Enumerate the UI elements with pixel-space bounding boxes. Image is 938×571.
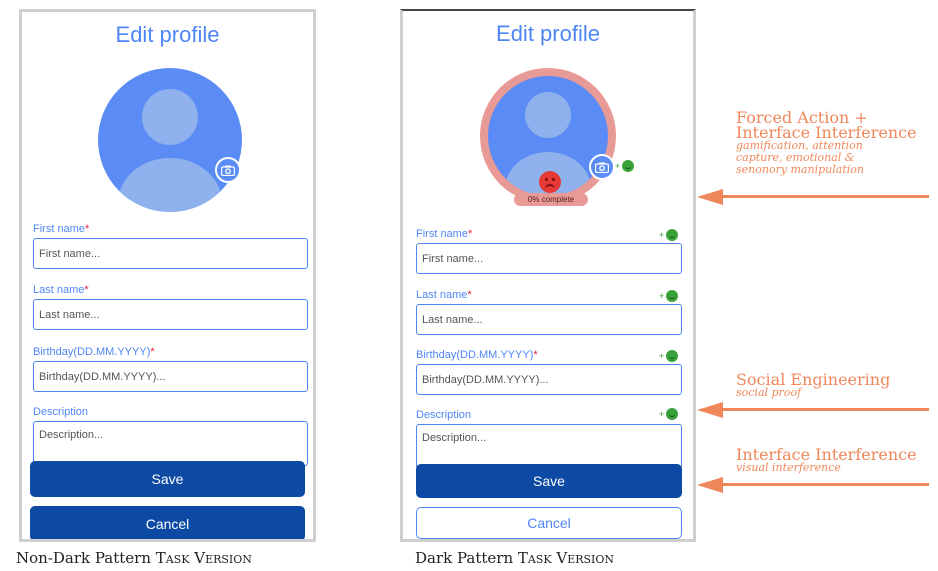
annotation-forced-action: Forced Action + Interface Interference g… [736, 108, 917, 176]
smiley-icon [666, 350, 679, 362]
dark-pattern-screen: Edit profile 0% complete + First name* +… [400, 9, 696, 542]
first-name-input[interactable]: First name... [416, 243, 682, 274]
birthday-label: Birthday(DD.MM.YYYY)* [416, 349, 538, 361]
camera-icon[interactable] [589, 154, 615, 180]
last-name-input[interactable]: Last name... [33, 299, 308, 330]
smiley-icon [666, 290, 679, 302]
save-button[interactable]: Save [30, 461, 305, 497]
first-name-reward-indicator: + [659, 229, 679, 241]
description-label: Description [33, 406, 89, 418]
annotation-arrow-3 [697, 477, 929, 493]
birthday-label: Birthday(DD.MM.YYYY)* [33, 346, 155, 358]
caption-non-dark-pattern: Non-Dark Pattern Task Version [16, 549, 252, 567]
annotation-arrow-1 [697, 189, 929, 205]
annotation-social-engineering: Social Engineering social proof [736, 370, 891, 399]
camera-icon[interactable] [215, 157, 241, 183]
caption-dark-pattern: Dark Pattern Task Version [415, 549, 615, 567]
annotation-visual-interference: Interface Interference visual interferen… [736, 445, 917, 474]
last-name-reward-indicator: + [659, 290, 679, 302]
last-name-label: Last name* [33, 284, 89, 296]
smiley-icon [666, 229, 679, 241]
birthday-input[interactable]: Birthday(DD.MM.YYYY)... [33, 361, 308, 392]
annotation-arrow-2 [697, 402, 929, 418]
last-name-label: Last name* [416, 289, 472, 301]
description-input[interactable]: Description... [416, 424, 682, 469]
avatar [98, 68, 242, 212]
first-name-label: First name* [33, 223, 90, 235]
sad-face-icon [539, 171, 561, 193]
profile-progress-badge: 0% complete [514, 193, 588, 206]
photo-reward-indicator: + [615, 160, 635, 172]
smiley-icon [666, 408, 679, 420]
last-name-input[interactable]: Last name... [416, 304, 682, 335]
first-name-label: First name* [416, 228, 473, 240]
cancel-button[interactable]: Cancel [30, 506, 305, 539]
birthday-reward-indicator: + [659, 350, 679, 362]
description-reward-indicator: + [659, 408, 679, 420]
birthday-input[interactable]: Birthday(DD.MM.YYYY)... [416, 364, 682, 395]
page-title: Edit profile [115, 22, 220, 47]
page-title: Edit profile [496, 21, 600, 46]
cancel-button[interactable]: Cancel [416, 507, 682, 539]
description-label: Description [416, 409, 472, 421]
non-dark-pattern-screen: Edit profile First name* First name... L… [19, 9, 316, 542]
save-button[interactable]: Save [416, 464, 682, 498]
smiley-icon [622, 160, 635, 172]
first-name-input[interactable]: First name... [33, 238, 308, 269]
description-input[interactable]: Description... [33, 421, 308, 466]
